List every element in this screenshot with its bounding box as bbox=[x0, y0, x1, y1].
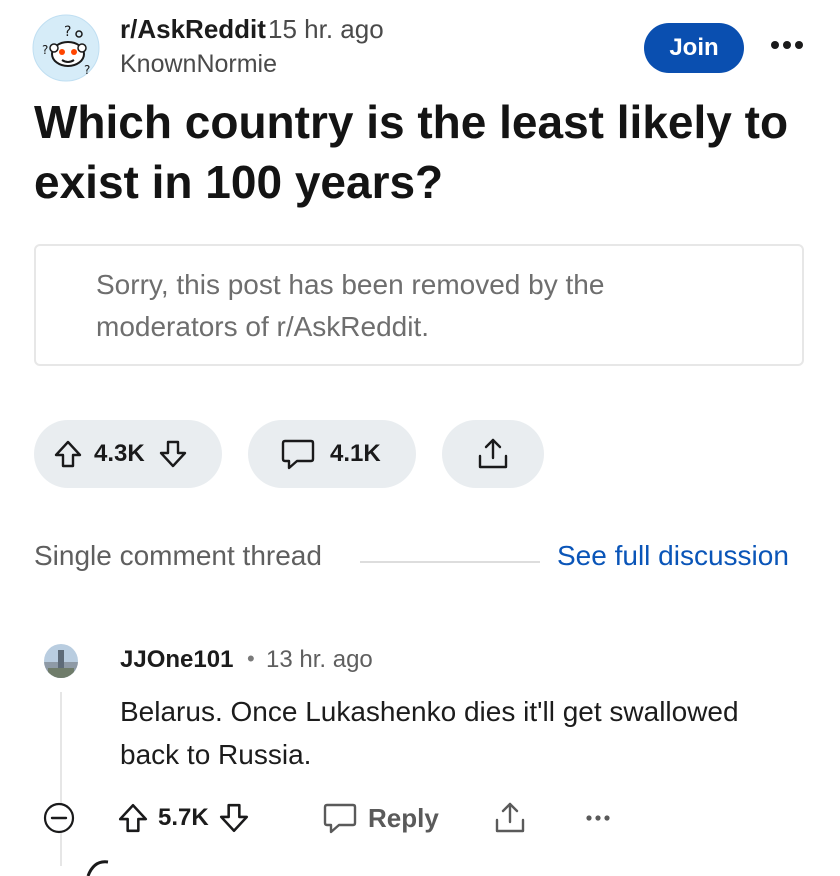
meta-separator: • bbox=[247, 646, 255, 671]
comment-vote-bar: 5.7K bbox=[118, 796, 249, 840]
comments-button[interactable]: 4.1K bbox=[248, 420, 416, 488]
share-icon[interactable] bbox=[492, 800, 528, 836]
svg-text:?: ? bbox=[84, 63, 90, 77]
svg-text:?: ? bbox=[42, 43, 48, 57]
upvote-count: 4.3K bbox=[94, 440, 145, 467]
upvote-icon[interactable] bbox=[54, 439, 82, 469]
thread-divider bbox=[360, 561, 540, 563]
share-button[interactable] bbox=[442, 420, 544, 488]
upvote-icon[interactable] bbox=[118, 802, 148, 834]
subreddit-name[interactable]: r/AskReddit bbox=[120, 14, 266, 45]
comment-thread-line[interactable] bbox=[60, 692, 62, 866]
single-thread-label: Single comment thread bbox=[34, 540, 322, 571]
reply-button[interactable]: Reply bbox=[322, 798, 439, 838]
subreddit-avatar[interactable]: ? ? ? bbox=[32, 14, 100, 82]
reply-icon bbox=[322, 801, 358, 835]
svg-text:?: ? bbox=[64, 24, 71, 40]
more-icon[interactable] bbox=[584, 808, 612, 828]
collapse-icon[interactable] bbox=[42, 801, 76, 835]
downvote-icon[interactable] bbox=[219, 802, 249, 834]
share-icon bbox=[475, 436, 511, 472]
comment-username[interactable]: JJOne101 bbox=[120, 646, 233, 674]
reply-label: Reply bbox=[368, 802, 439, 833]
comment-body: Belarus. Once Lukashenko dies it'll get … bbox=[120, 696, 739, 770]
next-avatar bbox=[84, 856, 118, 876]
comment-score: 5.7K bbox=[158, 804, 209, 831]
post-title: Which country is the least likely to exi… bbox=[34, 96, 789, 208]
avatar[interactable] bbox=[44, 644, 78, 678]
comment-time: 13 hr. ago bbox=[266, 646, 373, 673]
see-full-discussion-link[interactable]: See full discussion bbox=[557, 540, 789, 572]
post-time: 15 hr. ago bbox=[268, 14, 384, 44]
post-vote-bar: 4.3K bbox=[34, 420, 222, 488]
removed-notice-box: Sorry, this post has been removed by the… bbox=[34, 244, 804, 366]
comment-count: 4.1K bbox=[330, 440, 381, 467]
removed-notice-text: Sorry, this post has been removed by the… bbox=[96, 269, 605, 342]
join-button[interactable]: Join bbox=[644, 23, 744, 73]
comment-icon bbox=[280, 437, 316, 471]
more-icon[interactable] bbox=[766, 30, 808, 60]
downvote-icon[interactable] bbox=[159, 439, 187, 469]
post-author[interactable]: KnownNormie bbox=[120, 50, 277, 79]
